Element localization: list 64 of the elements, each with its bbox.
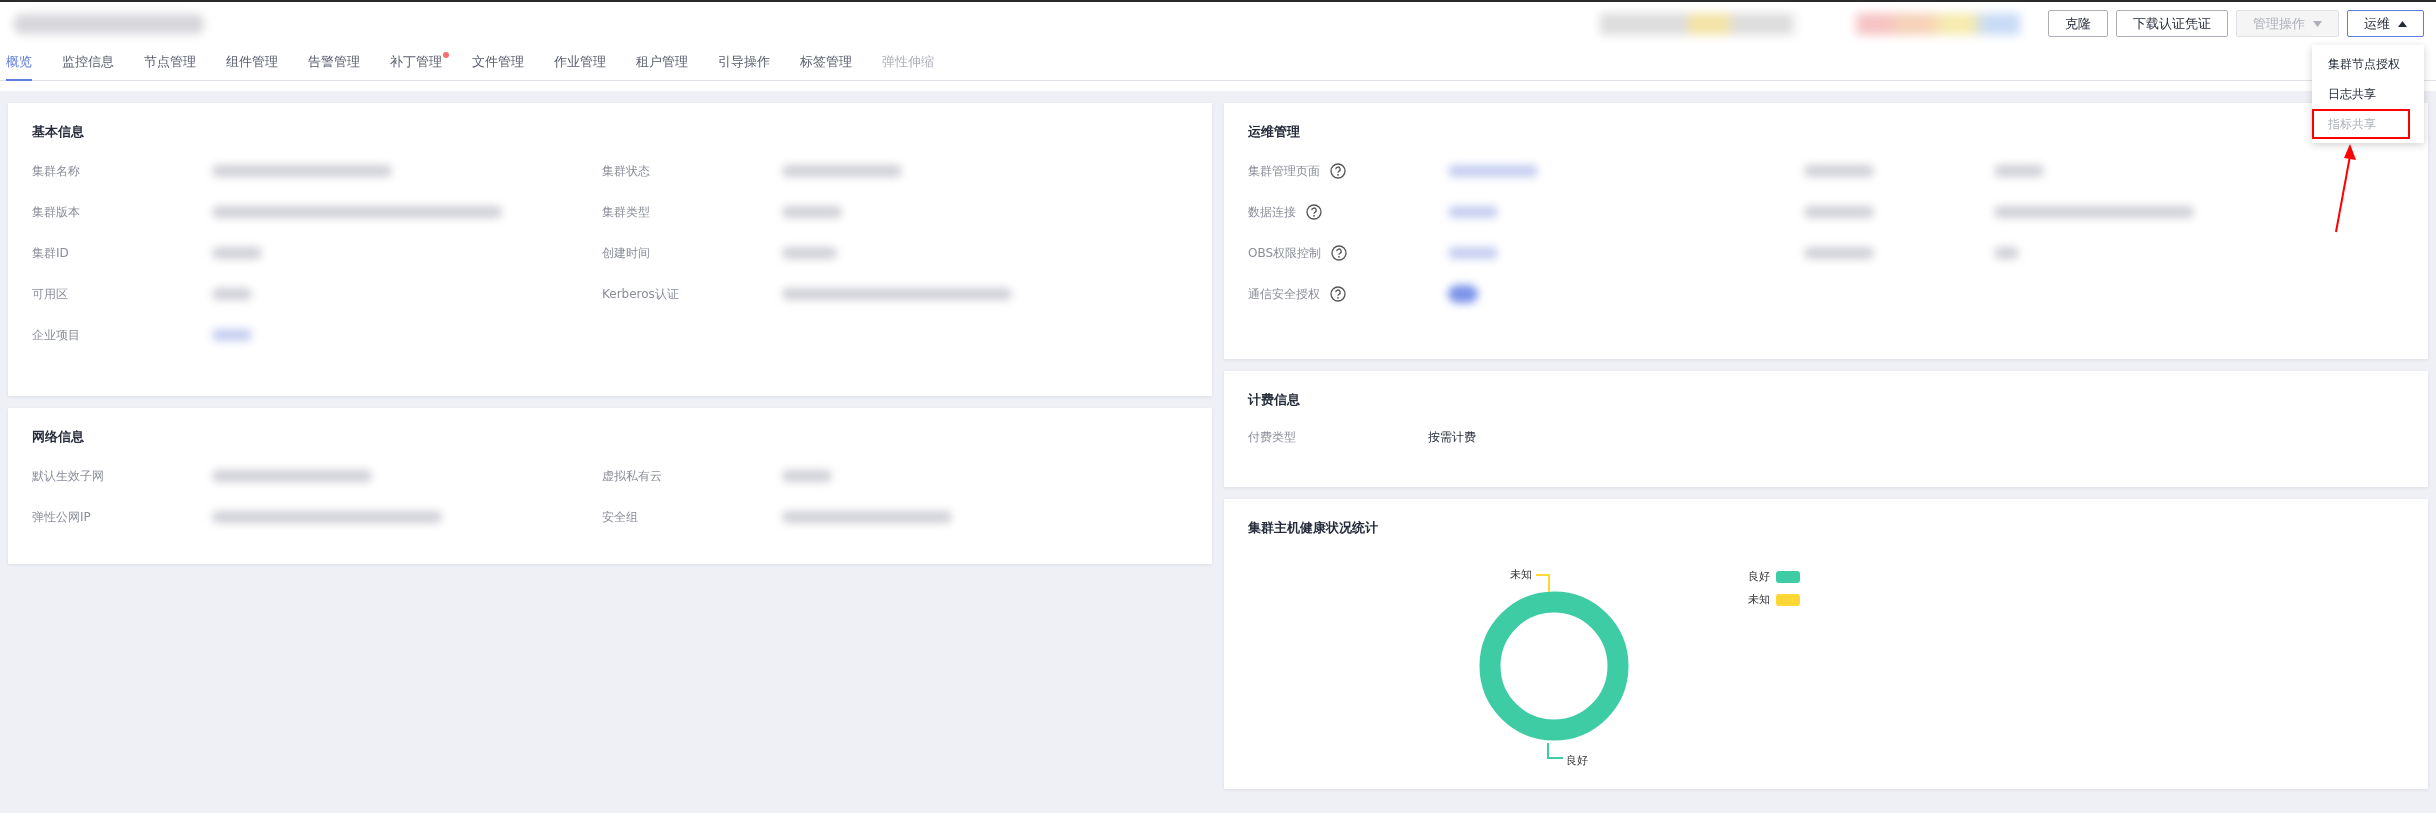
tab[interactable]: 监控信息 [62,45,114,81]
field-label: 付费类型 [1248,429,1297,446]
field-label: 默认生效子网 [32,467,105,485]
redacted-value [782,247,837,259]
tab[interactable]: 告警管理 [308,45,360,81]
legend-label: 良好 [1748,569,1770,584]
field-label: 安全组 [602,508,639,526]
header-button[interactable]: 克隆 [2048,10,2108,37]
legend-label: 未知 [1748,592,1770,607]
field-label: 集群类型 [602,203,651,221]
redacted-value [1448,206,1498,218]
redacted-value [1448,285,1478,303]
tab[interactable]: 作业管理 [554,45,606,81]
field-label: 通信安全授权 [1248,285,1320,303]
redacted-value [782,470,832,482]
field-label: OBS权限控制 [1248,244,1322,262]
card-title: 运维管理 [1248,123,1300,141]
redacted-value [1804,206,1874,218]
redacted-value [1448,247,1498,259]
field-label: 集群版本 [32,203,81,221]
field-value: 按需计费 [1428,429,1476,446]
tab[interactable]: 标签管理 [800,45,852,81]
help-icon[interactable] [1330,163,1346,179]
tab[interactable]: 文件管理 [472,45,524,81]
card-title: 集群主机健康状况统计 [1248,519,1378,537]
redacted-value [1804,165,1874,177]
header-button[interactable]: 下载认证凭证 [2116,10,2228,37]
slice-label: 良好 [1566,753,1588,768]
field-label: 数据连接 [1248,203,1296,221]
field-label: 企业项目 [32,326,81,344]
help-icon[interactable] [1306,204,1322,220]
field-label: 集群管理页面 [1248,162,1320,180]
field-label: 集群状态 [602,162,651,180]
redacted-value [212,329,252,341]
card-title: 网络信息 [32,428,84,446]
field-label: 集群名称 [32,162,81,180]
caret-icon [2398,20,2407,27]
menu-item[interactable]: 集群节点授权 [2312,49,2424,79]
tab[interactable]: 引导操作 [718,45,770,81]
tab[interactable]: 组件管理 [226,45,278,81]
card-title: 基本信息 [32,123,84,141]
redacted-value [1994,247,2019,259]
help-icon[interactable] [1331,245,1348,261]
field-label: 可用区 [32,285,69,303]
redacted-value [212,288,252,300]
dropdown-button[interactable]: 运维 [2347,10,2424,37]
card-title: 计费信息 [1248,391,1300,409]
help-icon[interactable] [1330,286,1346,302]
field-label: Kerberos认证 [602,285,680,303]
field-label: 集群ID [32,244,70,262]
menu-item[interactable]: 日志共享 [2312,79,2424,109]
redacted-value [1994,165,2044,177]
field-label: 创建时间 [602,244,651,262]
caret-icon [2313,20,2322,27]
tab[interactable]: 节点管理 [144,45,196,81]
tab[interactable]: 租户管理 [636,45,688,81]
tab[interactable]: 概览 [6,45,32,81]
redacted-value [1804,247,1874,259]
redacted-value [212,247,262,259]
field-label: 弹性公网IP [32,508,92,526]
tab[interactable]: 补丁管理 [390,45,442,81]
redacted-value [782,206,842,218]
slice-label: 未知 [1510,567,1532,582]
field-label: 虚拟私有云 [602,467,663,485]
